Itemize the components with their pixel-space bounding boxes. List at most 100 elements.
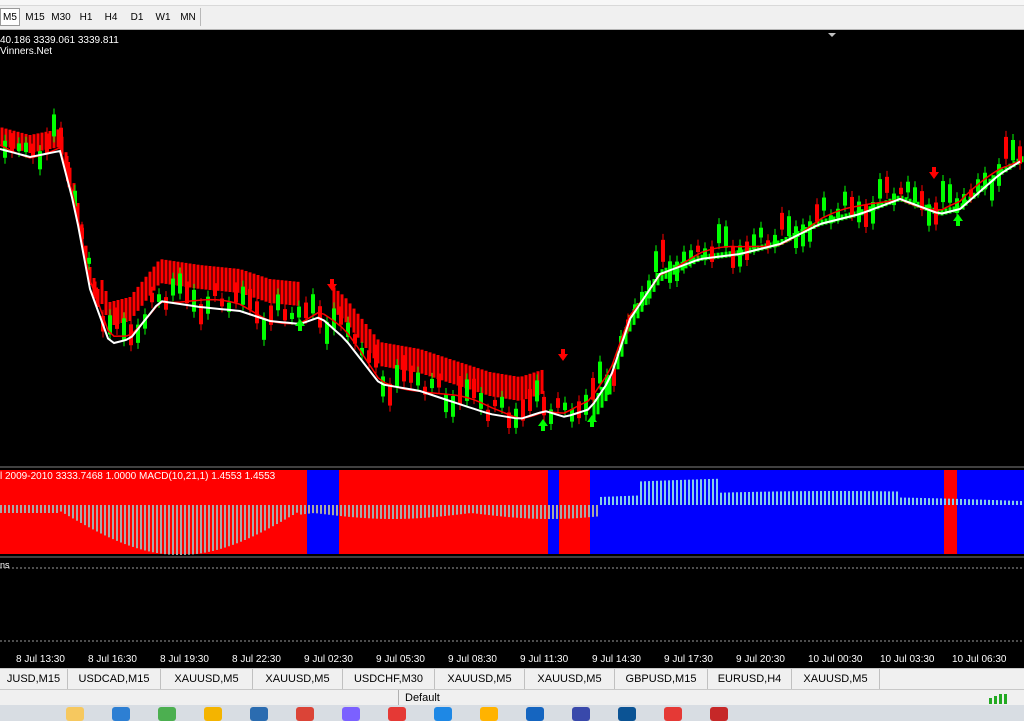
candle-body (122, 318, 126, 341)
time-axis-label: 9 Jul 20:30 (736, 654, 785, 665)
candle-body (276, 294, 280, 311)
candle-body (717, 224, 721, 244)
candle-body (892, 193, 896, 206)
opera-icon[interactable] (664, 707, 682, 721)
timeframe-m30-button[interactable]: M30 (50, 8, 72, 26)
time-axis-label: 10 Jul 06:30 (952, 654, 1007, 665)
time-axis (0, 650, 1024, 668)
user-icon[interactable] (66, 707, 84, 721)
candle-body (654, 251, 658, 272)
docs-icon[interactable] (526, 707, 544, 721)
tab-chart[interactable]: GBPUSD,M15 (615, 669, 708, 689)
candle-body (1011, 139, 1015, 161)
candle-body (17, 143, 21, 152)
candle-body (213, 283, 217, 297)
candle-body (878, 179, 882, 199)
candle-body (528, 388, 532, 411)
candle-body (675, 261, 679, 282)
candle-body (472, 378, 476, 399)
candle-body (444, 394, 448, 413)
globe-icon[interactable] (618, 707, 636, 721)
timeframe-d1-button[interactable]: D1 (127, 8, 147, 26)
timeframe-w1-button[interactable]: W1 (153, 8, 173, 26)
store-icon[interactable] (342, 707, 360, 721)
anydesk-icon[interactable] (388, 707, 406, 721)
metatrader-icon[interactable] (710, 707, 728, 721)
indicator-zone (590, 470, 944, 554)
candle-body (745, 241, 749, 261)
edge-icon[interactable] (112, 707, 130, 721)
tab-chart[interactable]: USDCHF,M30 (343, 669, 435, 689)
candle-body (864, 205, 868, 227)
candle-body (374, 350, 378, 368)
candle-body (731, 245, 735, 268)
buy-arrow-icon (953, 214, 963, 226)
chrome-icon[interactable] (158, 707, 176, 721)
timeframe-h1-button[interactable]: H1 (77, 8, 95, 26)
tab-chart[interactable]: XAUUSD,M5 (435, 669, 525, 689)
candle-body (556, 398, 560, 408)
folder-icon[interactable] (480, 707, 498, 721)
candle-body (584, 394, 588, 415)
chart-window[interactable] (0, 31, 1024, 650)
tab-chart[interactable]: XAUUSD,M5 (253, 669, 343, 689)
candle-body (297, 306, 301, 318)
candle-body (59, 127, 63, 150)
candle-body (381, 376, 385, 397)
price-chart[interactable] (0, 31, 1024, 650)
candle-body (332, 308, 336, 330)
status-bar: Default (0, 689, 1024, 705)
third-window-label: ns (0, 560, 10, 570)
candle-body (906, 181, 910, 193)
tab-chart[interactable]: USDCAD,M15 (68, 669, 161, 689)
grid-icon[interactable] (572, 707, 590, 721)
candle-body (479, 392, 483, 409)
connection-status-icon (989, 694, 1007, 704)
candle-body (24, 142, 28, 153)
time-axis-label: 8 Jul 19:30 (160, 654, 209, 665)
candle-body (696, 245, 700, 253)
mail-icon[interactable] (434, 707, 452, 721)
candle-body (787, 216, 791, 237)
candle-body (150, 292, 154, 303)
timeframe-m5-button[interactable]: M5 (0, 8, 20, 26)
timeframe-h4-button[interactable]: H4 (101, 8, 121, 26)
candle-body (780, 212, 784, 230)
candle-body (801, 224, 805, 247)
time-axis-label: 9 Jul 05:30 (376, 654, 425, 665)
indicator-zone (307, 470, 339, 554)
candle-body (458, 382, 462, 405)
candle-body (157, 294, 161, 302)
photos-icon[interactable] (204, 707, 222, 721)
time-axis-label: 9 Jul 08:30 (448, 654, 497, 665)
candle-body (234, 288, 238, 303)
time-axis-label: 10 Jul 00:30 (808, 654, 863, 665)
tab-chart[interactable]: EURUSD,H4 (708, 669, 792, 689)
candle-body (493, 399, 497, 407)
candle-body (437, 373, 441, 388)
candle-body (738, 245, 742, 267)
toolbar-top-strip (0, 0, 1024, 6)
candle-body (808, 221, 812, 242)
candle-body (115, 307, 119, 329)
tab-chart[interactable]: JUSD,M15 (0, 669, 68, 689)
candle-body (416, 372, 420, 386)
candle-body (283, 309, 287, 321)
browser-icon[interactable] (250, 707, 268, 721)
candle-body (598, 361, 602, 384)
chart-indicator-info: Vinners.Net (0, 46, 53, 57)
time-axis-label: 9 Jul 02:30 (304, 654, 353, 665)
tab-chart[interactable]: XAUUSD,M5 (161, 669, 253, 689)
candle-body (843, 191, 847, 206)
timeframe-mn-button[interactable]: MN (177, 8, 199, 26)
candle-body (668, 261, 672, 283)
tab-chart[interactable]: XAUUSD,M5 (525, 669, 615, 689)
tab-chart[interactable]: XAUUSD,M5 (792, 669, 880, 689)
timeframe-m15-button[interactable]: M15 (24, 8, 46, 26)
candle-body (388, 383, 392, 406)
candle-body (941, 181, 945, 203)
candle-body (899, 187, 903, 195)
candle-body (87, 257, 91, 264)
candle-body (871, 202, 875, 224)
chrome-icon[interactable] (296, 707, 314, 721)
